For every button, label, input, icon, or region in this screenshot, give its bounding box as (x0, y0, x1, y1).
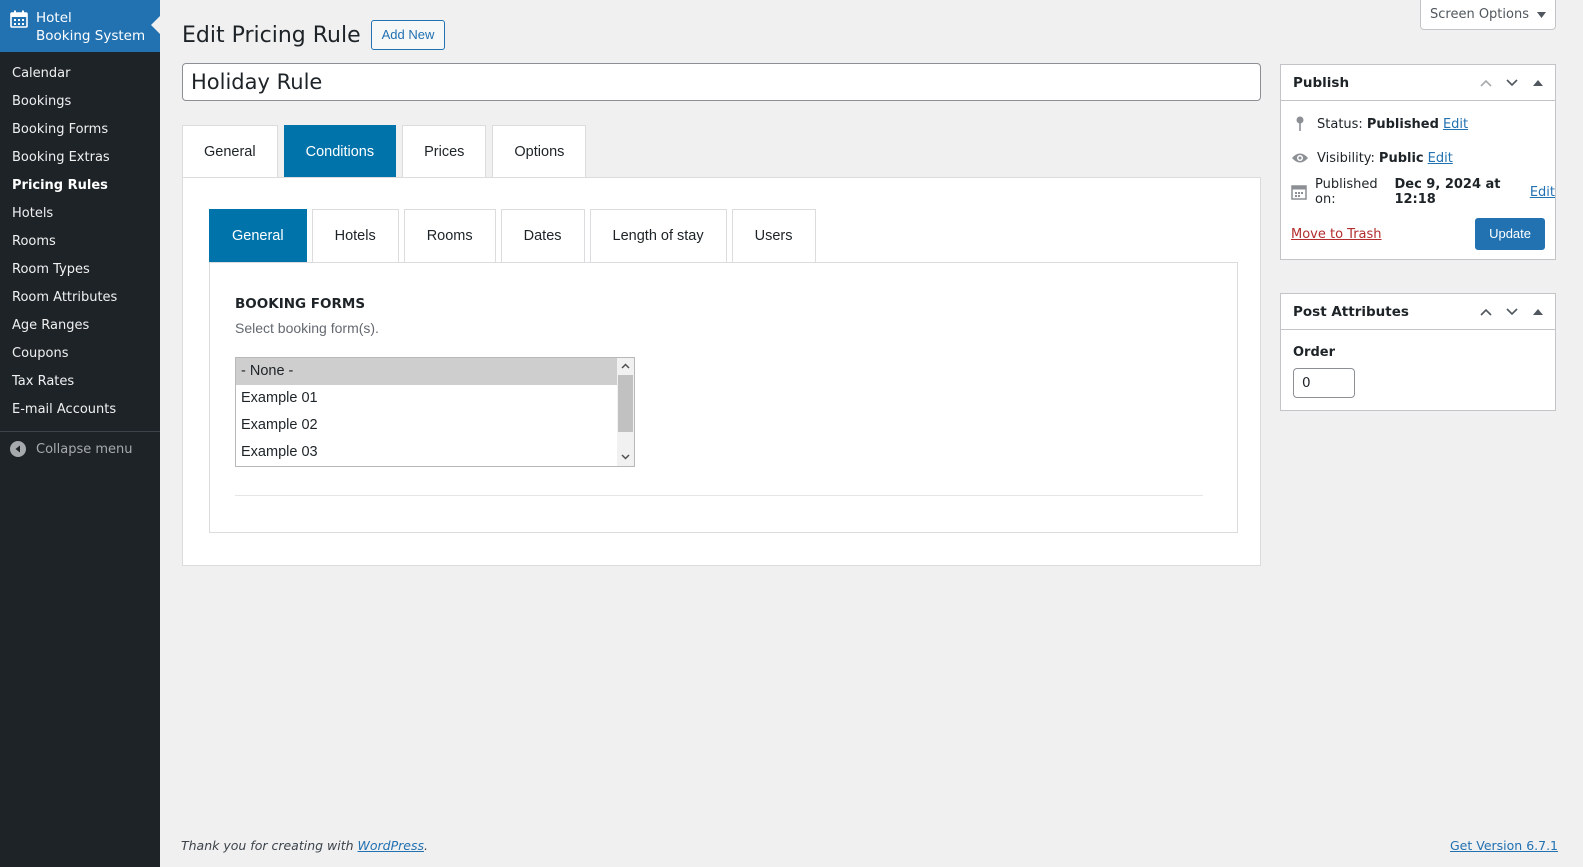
calendar-icon (10, 10, 28, 28)
subtab-dates[interactable]: Dates (500, 209, 585, 262)
get-version-link[interactable]: Get Version 6.7.1 (1450, 838, 1558, 853)
edit-status-link[interactable]: Edit (1443, 117, 1468, 132)
visibility-value: Public (1378, 150, 1424, 166)
edit-visibility-link[interactable]: Edit (1428, 151, 1453, 166)
edit-date-link[interactable]: Edit (1530, 185, 1555, 200)
visibility-row: Visibility: Public Edit (1281, 141, 1555, 175)
listbox-scrollbar[interactable] (617, 358, 634, 466)
publish-actions: Move to Trash Update (1281, 209, 1555, 259)
published-on-row: Published on: Dec 9, 2024 at 12:18 Edit (1281, 175, 1555, 209)
order-input[interactable] (1293, 368, 1355, 398)
published-on-value: Dec 9, 2024 at 12:18 (1394, 177, 1501, 207)
move-down-icon[interactable] (1501, 72, 1523, 94)
subtab-rooms[interactable]: Rooms (403, 209, 496, 262)
calendar-icon (1291, 183, 1307, 201)
submenu-list: Calendar Bookings Booking Forms Booking … (0, 52, 160, 424)
sidebar-item-email-accounts[interactable]: E-mail Accounts (0, 396, 160, 424)
brand-line2: Booking System (36, 28, 146, 44)
sidebar-item-room-types[interactable]: Room Types (0, 256, 160, 284)
collapse-menu-label: Collapse menu (36, 441, 133, 457)
booking-forms-listbox[interactable]: - None - Example 01 Example 02 Example 0… (235, 357, 635, 467)
status-value: Published (1366, 116, 1439, 132)
sidebar-item-tax-rates[interactable]: Tax Rates (0, 368, 160, 396)
listbox-option-example-03[interactable]: Example 03 (236, 439, 619, 466)
scroll-down-icon[interactable] (617, 449, 634, 466)
brand-line1: Hotel (36, 10, 72, 26)
listbox-option-example-01[interactable]: Example 01 (236, 385, 619, 412)
visibility-label: Visibility: (1317, 150, 1375, 166)
pin-icon (1291, 115, 1309, 133)
tab-options[interactable]: Options (492, 125, 587, 177)
screen-options-button[interactable]: Screen Options (1420, 0, 1556, 30)
general-conditions-panel: BOOKING FORMS Select booking form(s). - … (209, 262, 1238, 533)
collapse-menu-button[interactable]: Collapse menu (0, 432, 160, 466)
sidebar-item-coupons[interactable]: Coupons (0, 340, 160, 368)
toggle-panel-icon[interactable] (1527, 301, 1549, 323)
subtab-users[interactable]: Users (731, 209, 816, 262)
sidebar-item-room-attributes[interactable]: Room Attributes (0, 284, 160, 312)
sidebar-item-booking-extras[interactable]: Booking Extras (0, 144, 160, 172)
listbox-option-example-02[interactable]: Example 02 (236, 412, 619, 439)
caret-down-icon (1537, 11, 1546, 18)
booking-forms-description: Select booking form(s). (235, 320, 379, 336)
move-down-icon[interactable] (1501, 301, 1523, 323)
update-button[interactable]: Update (1475, 218, 1545, 250)
move-up-icon[interactable] (1475, 301, 1497, 323)
eye-icon (1291, 149, 1309, 167)
subtab-length-of-stay[interactable]: Length of stay (589, 209, 727, 262)
publish-box-title: Publish (1293, 74, 1350, 91)
add-new-button[interactable]: Add New (370, 20, 446, 50)
subtab-hotels[interactable]: Hotels (311, 209, 399, 262)
sidebar-item-age-ranges[interactable]: Age Ranges (0, 312, 160, 340)
post-attributes-header: Post Attributes (1281, 294, 1555, 330)
publish-box: Publish Status: Published Edit Visibilit… (1280, 64, 1556, 260)
page-title: Edit Pricing Rule (182, 22, 361, 48)
page-heading: Edit Pricing Rule Add New (182, 20, 446, 50)
status-row: Status: Published Edit (1281, 107, 1555, 141)
main-tabs: General Conditions Prices Options (182, 125, 587, 177)
move-to-trash-link[interactable]: Move to Trash (1291, 227, 1382, 242)
conditions-panel: General Hotels Rooms Dates Length of sta… (182, 177, 1261, 566)
divider (235, 495, 1203, 496)
published-on-label: Published on: (1315, 177, 1378, 207)
post-attributes-title: Post Attributes (1293, 303, 1409, 320)
admin-sidebar: Hotel Booking System Calendar Bookings B… (0, 0, 160, 867)
publish-box-header: Publish (1281, 65, 1555, 101)
tab-prices[interactable]: Prices (402, 125, 487, 177)
footer-thanks-suffix: . (424, 838, 428, 853)
sidebar-item-hotels[interactable]: Hotels (0, 200, 160, 228)
sidebar-item-bookings[interactable]: Bookings (0, 88, 160, 116)
tab-general[interactable]: General (182, 125, 278, 177)
sidebar-item-calendar[interactable]: Calendar (0, 60, 160, 88)
footer-thanks-prefix: Thank you for creating with (181, 838, 358, 853)
menu-hotel-booking-system[interactable]: Hotel Booking System (0, 0, 160, 52)
sidebar-item-booking-forms[interactable]: Booking Forms (0, 116, 160, 144)
tab-conditions[interactable]: Conditions (283, 125, 397, 177)
status-label: Status: (1317, 116, 1363, 132)
order-label: Order (1293, 345, 1335, 360)
condition-sub-tabs: General Hotels Rooms Dates Length of sta… (209, 209, 816, 262)
toggle-panel-icon[interactable] (1527, 72, 1549, 94)
post-attributes-box: Post Attributes Order (1280, 293, 1556, 411)
wordpress-link[interactable]: WordPress (358, 838, 424, 853)
screen-options-label: Screen Options (1430, 7, 1529, 22)
listbox-option-none[interactable]: - None - (236, 358, 619, 385)
sidebar-item-pricing-rules[interactable]: Pricing Rules (0, 172, 160, 200)
scrollbar-thumb[interactable] (618, 375, 633, 432)
subtab-general[interactable]: General (209, 209, 307, 262)
scroll-up-icon[interactable] (617, 358, 634, 375)
collapse-arrow-icon (10, 441, 26, 457)
booking-forms-title: BOOKING FORMS (235, 296, 366, 312)
footer-thanks: Thank you for creating with WordPress. (181, 838, 428, 853)
post-title-input[interactable] (182, 63, 1261, 101)
sidebar-item-rooms[interactable]: Rooms (0, 228, 160, 256)
move-up-icon[interactable] (1475, 72, 1497, 94)
